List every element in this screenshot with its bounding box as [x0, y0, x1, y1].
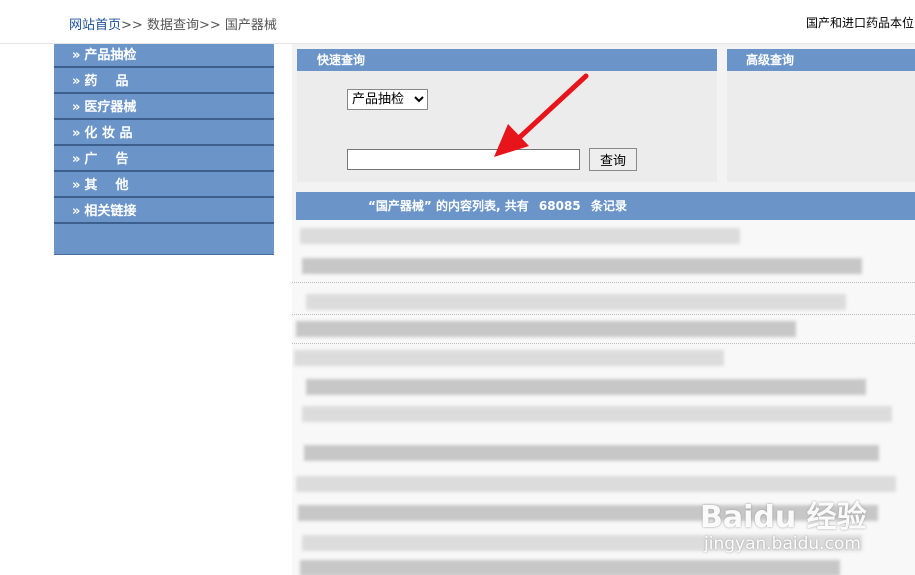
watermark-url: jingyan.baidu.com	[704, 534, 861, 554]
sidebar-item-related-links[interactable]: » 相关链接	[54, 200, 274, 224]
header-right-text: 国产和进口药品本位	[806, 16, 915, 30]
sidebar-item-label: 化 妆 品	[84, 126, 133, 141]
sidebar-item-advertising[interactable]: » 广 告	[54, 148, 274, 172]
advanced-search-title: 高级查询	[746, 53, 795, 67]
list-item[interactable]	[294, 350, 724, 366]
sidebar-item-label: 医疗器械	[84, 100, 137, 115]
sidebar-item-other[interactable]: » 其 他	[54, 174, 274, 198]
breadcrumb-home-link[interactable]: 网站首页	[69, 18, 121, 33]
list-header-suffix: 条记录	[590, 199, 627, 213]
sidebar-item-product-sampling[interactable]: » 产品抽检	[54, 44, 274, 68]
sidebar-item-label: 其 他	[84, 178, 129, 193]
quick-search-title: 快速查询	[317, 53, 366, 67]
list-header: “国产器械” 的内容列表, 共有 68085 条记录	[296, 192, 915, 220]
record-count: 68085	[538, 199, 581, 213]
breadcrumb-current: 国产器械	[224, 18, 277, 33]
breadcrumb-separator: >>	[121, 18, 143, 33]
double-chevron-icon: »	[72, 74, 81, 89]
double-chevron-icon: »	[72, 48, 81, 63]
row-divider	[292, 282, 915, 283]
watermark-logo: Baidu 经验	[700, 500, 867, 535]
sidebar-item-label: 相关链接	[84, 204, 137, 219]
row-divider	[292, 314, 915, 315]
sidebar-item-medical-devices[interactable]: » 医疗器械	[54, 96, 274, 120]
list-item[interactable]	[300, 228, 740, 244]
double-chevron-icon: »	[72, 204, 81, 219]
list-item[interactable]	[304, 445, 879, 461]
search-input[interactable]	[347, 149, 580, 170]
sidebar-nav: » 产品抽检 » 药 品 » 医疗器械 » 化 妆 品 » 广 告 » 其 他 » 相关链接	[54, 44, 274, 255]
sidebar-item-drugs[interactable]: » 药 品	[54, 70, 274, 94]
list-item[interactable]	[296, 321, 796, 337]
double-chevron-icon: »	[72, 178, 81, 193]
list-item[interactable]	[302, 258, 862, 274]
sidebar-item-label: 广 告	[84, 152, 129, 167]
row-divider	[292, 343, 915, 344]
double-chevron-icon: »	[72, 126, 81, 141]
breadcrumb-separator: >>	[198, 18, 221, 33]
sidebar-item-label: 产品抽检	[84, 48, 137, 63]
double-chevron-icon: »	[72, 100, 81, 115]
search-type-select[interactable]: 产品抽检	[347, 89, 428, 110]
quick-search-header: 快速查询	[297, 49, 717, 71]
list-item[interactable]	[296, 476, 896, 492]
breadcrumb: 网站首页>> 数据查询>> 国产器械	[69, 14, 277, 33]
sidebar-item-cosmetics[interactable]: » 化 妆 品	[54, 122, 274, 146]
list-item[interactable]	[300, 560, 840, 575]
double-chevron-icon: »	[72, 152, 81, 167]
advanced-search-body	[727, 71, 915, 182]
list-item[interactable]	[306, 379, 866, 395]
breadcrumb-section[interactable]: 数据查询	[147, 18, 199, 33]
query-button[interactable]: 查询	[589, 148, 637, 171]
top-bar: 网站首页>> 数据查询>> 国产器械 国产和进口药品本位	[0, 0, 915, 44]
list-item[interactable]	[302, 406, 892, 422]
advanced-search-header[interactable]: 高级查询	[727, 49, 915, 71]
sidebar-item-label: 药 品	[84, 74, 129, 89]
list-header-prefix: “国产器械” 的内容列表, 共有	[368, 199, 529, 213]
list-item[interactable]	[306, 294, 846, 310]
